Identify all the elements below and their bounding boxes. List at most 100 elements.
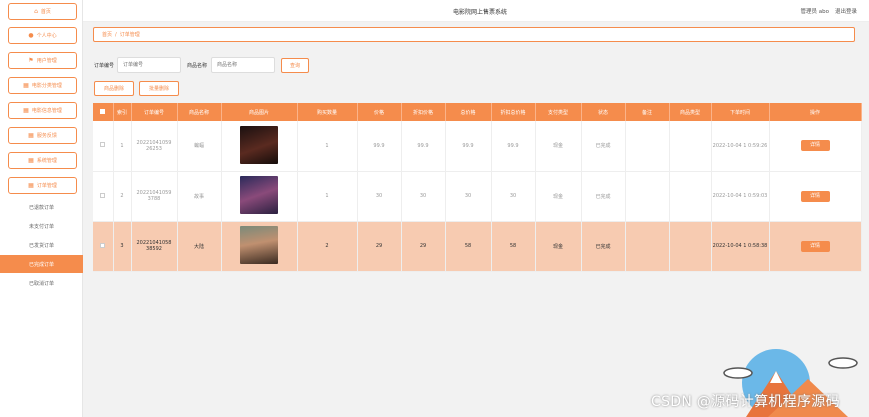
sidebar-item-movie-category[interactable]: ▦ 电影分类管理 xyxy=(8,77,77,94)
sidebar-item-label: 系统管理 xyxy=(36,158,57,164)
breadcrumb-current: 订单管理 xyxy=(119,32,140,38)
page: ⌂ 首页 ● 个人中心 ⚑ 用户管理 ▦ 电影分类管理 ▦ 电影信息管理 ▦ 服… xyxy=(0,0,869,417)
breadcrumb-home[interactable]: 首页 xyxy=(102,31,112,38)
cell-time: 2022-10-04 1 0:59:03 xyxy=(711,171,770,222)
select-all-checkbox[interactable] xyxy=(100,108,106,114)
grid-icon: ▦ xyxy=(28,181,34,189)
cell-pay-type: 现金 xyxy=(535,121,582,172)
detail-button[interactable]: 详情 xyxy=(800,140,830,152)
cell-discount-total: 58 xyxy=(491,221,536,272)
row-checkbox[interactable] xyxy=(100,192,106,198)
grid-icon: ▦ xyxy=(28,156,34,164)
csdn-watermark: CSDN @源码计算机程序源码 xyxy=(651,394,840,410)
cell-index: 2 xyxy=(113,171,132,222)
cell-total: 30 xyxy=(445,171,492,222)
cell-pay-type: 现金 xyxy=(535,171,582,222)
top-bar: 电影院网上售票系统 管理员 abo 退出登录 xyxy=(83,0,869,22)
cell-order-no: 20221041059 3788 xyxy=(131,171,178,222)
grid-icon: ▦ xyxy=(28,131,34,139)
sidebar-item-label: 用户管理 xyxy=(36,58,57,64)
sidebar-subitem-refunded[interactable]: 已退款订单 xyxy=(0,198,83,216)
batch-delete-button[interactable]: 批量删除 xyxy=(139,81,179,96)
cell-name: 故事 xyxy=(177,171,222,222)
table-row: 2 20221041059 3788 故事 1 30 30 30 30 现金 已… xyxy=(93,171,862,222)
sidebar-item-orders[interactable]: ▦ 订单管理 xyxy=(8,177,77,194)
order-number-label: 订单编号 xyxy=(94,63,115,69)
row-checkbox[interactable] xyxy=(100,242,106,248)
user-icon: ● xyxy=(28,31,34,39)
current-user: 管理员 abo xyxy=(800,9,829,15)
cell-status: 已完成 xyxy=(581,121,626,172)
logout-link[interactable]: 退出登录 xyxy=(835,7,857,15)
sidebar: ⌂ 首页 ● 个人中心 ⚑ 用户管理 ▦ 电影分类管理 ▦ 电影信息管理 ▦ 服… xyxy=(0,0,83,417)
cell-price: 29 xyxy=(357,221,402,272)
cell-pay-type: 现金 xyxy=(535,221,582,272)
cell-note xyxy=(625,121,670,172)
cell-discount-price: 99.9 xyxy=(401,121,446,172)
cell-total: 58 xyxy=(445,221,492,272)
table-row: 3 20221041058 38592 大陆 2 29 29 58 58 现金 … xyxy=(93,221,862,272)
cell-time: 2022-10-04 1 0:58:38 xyxy=(711,221,770,272)
movie-poster-image xyxy=(240,125,278,164)
cell-note xyxy=(625,171,670,222)
sidebar-subitem-completed[interactable]: 已完成订单 xyxy=(0,255,83,273)
column-header: 支付类型 xyxy=(535,103,582,121)
cell-status: 已完成 xyxy=(581,221,626,272)
sidebar-subitem-cancelled[interactable]: 已取消订单 xyxy=(0,274,83,292)
sidebar-item-profile[interactable]: ● 个人中心 xyxy=(8,27,77,44)
sidebar-item-label: 个人中心 xyxy=(36,33,57,39)
cell-qty: 2 xyxy=(297,221,358,272)
column-header: 总价格 xyxy=(445,103,492,121)
home-icon: ⌂ xyxy=(34,7,38,15)
user-area: 管理员 abo 退出登录 xyxy=(801,7,858,15)
column-header: 索引 xyxy=(113,103,132,121)
detail-button[interactable]: 详情 xyxy=(800,240,830,252)
column-header: 下单时间 xyxy=(711,103,770,121)
sidebar-item-system[interactable]: ▦ 系统管理 xyxy=(8,152,77,169)
app-title: 电影院网上售票系统 xyxy=(453,9,508,16)
column-header: 备注 xyxy=(625,103,670,121)
sidebar-item-label: 电影信息管理 xyxy=(31,108,62,114)
column-header: 购买数量 xyxy=(297,103,358,121)
sidebar-subitem-unpaid[interactable]: 未支付订单 xyxy=(0,217,83,235)
sidebar-item-home[interactable]: ⌂ 首页 xyxy=(8,3,77,20)
cell-price: 30 xyxy=(357,171,402,222)
cell-order-no: 20221041058 38592 xyxy=(131,221,178,272)
column-header: 商品名称 xyxy=(177,103,222,121)
sidebar-item-label: 订单管理 xyxy=(36,183,57,189)
cell-time: 2022-10-04 1 0:59:26 xyxy=(711,121,770,172)
column-header: 订单编号 xyxy=(131,103,178,121)
sidebar-item-label: 电影分类管理 xyxy=(31,83,62,89)
cell-qty: 1 xyxy=(297,171,358,222)
sidebar-subitem-shipped[interactable]: 已发货订单 xyxy=(0,236,83,254)
cell-discount-price: 30 xyxy=(401,171,446,222)
cloud-icon xyxy=(828,357,858,369)
sidebar-item-label: 首页 xyxy=(40,9,51,15)
sidebar-item-feedback[interactable]: ▦ 服务反馈 xyxy=(8,127,77,144)
sidebar-item-label: 服务反馈 xyxy=(36,133,57,139)
movie-poster-image xyxy=(240,226,278,264)
search-button[interactable]: 查询 xyxy=(281,58,309,73)
select-all-header[interactable] xyxy=(93,103,114,121)
movie-poster-image xyxy=(240,176,278,214)
cell-name: 蝙蝠 xyxy=(177,121,222,172)
product-name-input[interactable] xyxy=(211,57,275,73)
subitem-label: 未支付订单 xyxy=(28,223,54,230)
row-checkbox[interactable] xyxy=(100,142,106,148)
table-row: 1 20221041059 26253 蝙蝠 1 99.9 99.9 99.9 … xyxy=(93,121,862,172)
cell-price: 99.9 xyxy=(357,121,402,172)
subitem-label: 已退款订单 xyxy=(28,204,54,211)
sidebar-item-movie-info[interactable]: ▦ 电影信息管理 xyxy=(8,102,77,119)
detail-button[interactable]: 详情 xyxy=(800,190,830,202)
cell-order-no: 20221041059 26253 xyxy=(131,121,178,172)
delete-button[interactable]: 商品删除 xyxy=(94,81,134,96)
order-number-input[interactable] xyxy=(117,57,181,73)
cell-note xyxy=(625,221,670,272)
cell-index: 1 xyxy=(113,121,132,172)
product-name-label: 商品名称 xyxy=(187,63,208,69)
subitem-label: 已完成订单 xyxy=(28,261,54,268)
cell-total: 99.9 xyxy=(445,121,492,172)
breadcrumb: 首页 / 订单管理 xyxy=(93,27,855,42)
cell-type xyxy=(669,221,712,272)
sidebar-item-users[interactable]: ⚑ 用户管理 xyxy=(8,52,77,69)
